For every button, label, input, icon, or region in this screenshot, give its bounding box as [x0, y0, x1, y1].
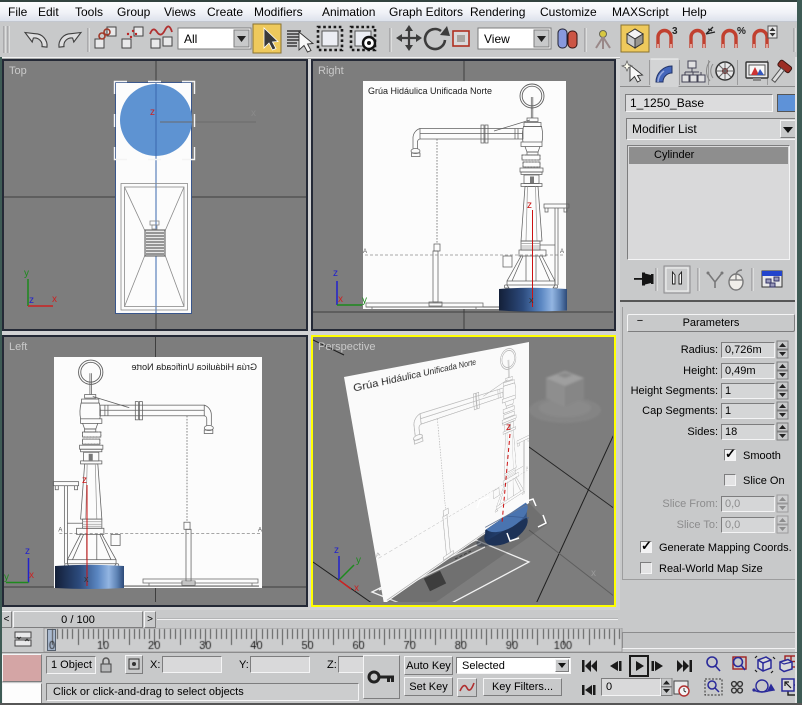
svg-text:x: x: [338, 294, 343, 305]
svg-text:y: y: [24, 268, 29, 279]
svg-text:x: x: [251, 108, 256, 119]
svg-text:z: z: [150, 107, 155, 118]
svg-text:View: View: [484, 32, 510, 46]
svg-text:x: x: [52, 294, 57, 305]
svg-text:x: x: [84, 574, 89, 584]
svg-text:x: x: [29, 570, 34, 581]
svg-text:Grúa Hidáulica Unificada Norte: Grúa Hidáulica Unificada Norte: [368, 86, 492, 96]
svg-text:Grúa Hidáulica Unificada Norte: Grúa Hidáulica Unificada Norte: [131, 362, 257, 372]
svg-text:z: z: [527, 200, 532, 211]
svg-text:z: z: [82, 475, 87, 486]
svg-text:3: 3: [672, 26, 678, 37]
svg-text:x: x: [529, 295, 534, 305]
svg-text:z: z: [334, 545, 339, 556]
svg-text:z: z: [333, 268, 338, 279]
svg-text:All: All: [184, 32, 197, 46]
svg-text:x: x: [354, 583, 359, 594]
svg-text:y: y: [356, 555, 361, 566]
svg-text:y: y: [362, 295, 367, 306]
svg-text:z: z: [25, 546, 30, 557]
svg-text:y: y: [4, 572, 9, 583]
svg-text:z: z: [29, 295, 34, 306]
svg-text:z: z: [506, 422, 511, 433]
svg-text:%: %: [737, 26, 746, 37]
